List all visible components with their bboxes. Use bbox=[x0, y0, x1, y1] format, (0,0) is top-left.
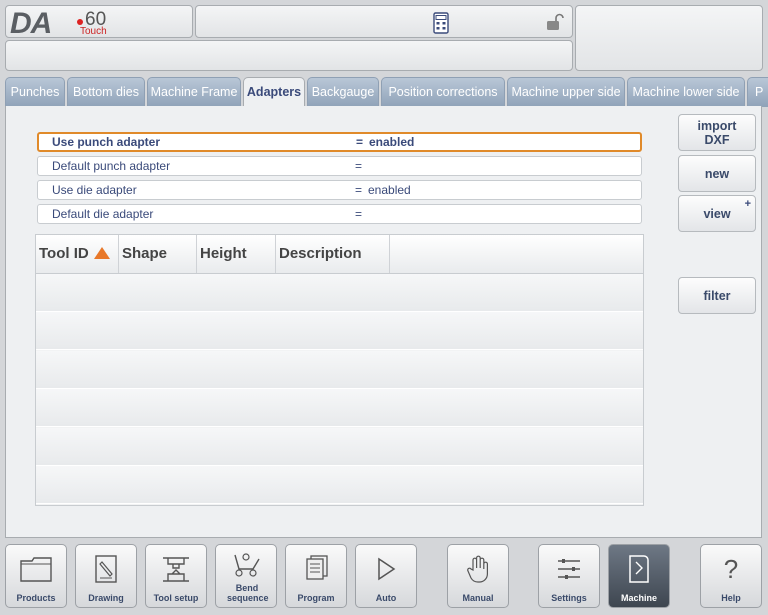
column-header-height[interactable]: Height bbox=[197, 235, 276, 273]
folder-icon bbox=[6, 553, 66, 585]
column-header-description[interactable]: Description bbox=[276, 235, 390, 273]
param-label: Default die adapter bbox=[52, 207, 154, 221]
nav-help[interactable]: ? Help bbox=[700, 544, 762, 608]
column-header-shape[interactable]: Shape bbox=[119, 235, 197, 273]
param-equals: = bbox=[356, 135, 364, 149]
nav-label: Auto bbox=[375, 593, 397, 603]
param-use-die-adapter[interactable]: Use die adapter = enabled bbox=[37, 180, 642, 200]
import-dxf-label: import DXF bbox=[697, 118, 737, 147]
tab-bar: Punches Bottom dies Machine Frame Adapte… bbox=[5, 77, 768, 107]
nav-label: Tool setup bbox=[153, 593, 199, 603]
param-default-punch-adapter[interactable]: Default punch adapter = bbox=[37, 156, 642, 176]
header-right-panel bbox=[575, 5, 763, 71]
view-label: view bbox=[703, 206, 731, 221]
param-use-punch-adapter[interactable]: Use punch adapter = enabled bbox=[37, 132, 642, 152]
nav-label: Program bbox=[297, 593, 335, 603]
import-dxf-button[interactable]: import DXF bbox=[678, 114, 756, 151]
new-button[interactable]: new bbox=[678, 155, 756, 192]
header-center-panel bbox=[195, 5, 573, 38]
nav-label: Manual bbox=[462, 593, 494, 603]
param-value: enabled bbox=[369, 135, 415, 149]
tab-punches[interactable]: Punches bbox=[5, 77, 65, 107]
nav-settings[interactable]: Settings bbox=[538, 544, 600, 608]
da-logo: DA 60 Touch bbox=[6, 6, 192, 40]
nav-tool-setup[interactable]: Tool setup bbox=[145, 544, 207, 608]
table-row[interactable] bbox=[36, 351, 643, 389]
tab-backgauge[interactable]: Backgauge bbox=[307, 77, 379, 107]
nav-label: Drawing bbox=[88, 593, 124, 603]
nav-machine[interactable]: Machine bbox=[608, 544, 670, 608]
machine-icon bbox=[609, 553, 669, 585]
table-row[interactable] bbox=[36, 312, 643, 350]
play-icon bbox=[356, 553, 416, 585]
column-header-tool-id[interactable]: Tool ID bbox=[36, 235, 119, 273]
nav-products[interactable]: Products bbox=[5, 544, 67, 608]
param-default-die-adapter[interactable]: Default die adapter = bbox=[37, 204, 642, 224]
nav-drawing[interactable]: Drawing bbox=[75, 544, 137, 608]
column-label: Tool ID bbox=[39, 245, 89, 262]
nav-label: Settings bbox=[551, 593, 587, 603]
param-label: Use die adapter bbox=[52, 183, 137, 197]
table-row[interactable] bbox=[36, 274, 643, 312]
table-row[interactable] bbox=[36, 428, 643, 466]
nav-auto[interactable]: Auto bbox=[355, 544, 417, 608]
tab-bottom-dies[interactable]: Bottom dies bbox=[67, 77, 145, 107]
tab-overflow[interactable]: P bbox=[747, 77, 768, 107]
calculator-icon[interactable] bbox=[433, 12, 449, 39]
nav-manual[interactable]: Manual bbox=[447, 544, 509, 608]
bend-sequence-icon bbox=[216, 549, 276, 581]
param-value: enabled bbox=[368, 183, 411, 197]
tab-machine-lower-side[interactable]: Machine lower side bbox=[627, 77, 745, 107]
sort-ascending-icon bbox=[93, 247, 110, 259]
nav-label: Machine bbox=[620, 593, 657, 603]
program-icon bbox=[286, 553, 346, 585]
logo-da-text: DA bbox=[10, 7, 52, 40]
view-plus-icon: + bbox=[744, 198, 751, 210]
table-header: Tool ID Shape Height Description bbox=[36, 235, 643, 274]
nav-bend-sequence[interactable]: Bend sequence bbox=[215, 544, 277, 608]
column-header-extra bbox=[390, 235, 643, 273]
filter-label: filter bbox=[703, 288, 731, 303]
table-row[interactable] bbox=[36, 466, 643, 504]
tool-setup-icon bbox=[146, 553, 206, 585]
help-icon: ? bbox=[723, 553, 739, 584]
message-bar bbox=[5, 40, 573, 71]
nav-label: Products bbox=[16, 593, 56, 603]
nav-label: Bend sequence bbox=[227, 583, 269, 603]
logo-touch-text: Touch bbox=[80, 26, 107, 37]
logo-dot bbox=[77, 19, 83, 25]
table-row[interactable] bbox=[36, 389, 643, 427]
tab-machine-upper-side[interactable]: Machine upper side bbox=[507, 77, 625, 107]
param-equals: = bbox=[355, 159, 363, 173]
drawing-icon bbox=[76, 553, 136, 585]
new-label: new bbox=[704, 166, 730, 181]
filter-button[interactable]: filter bbox=[678, 277, 756, 314]
param-label: Use punch adapter bbox=[52, 135, 161, 149]
param-label: Default punch adapter bbox=[52, 159, 171, 173]
nav-label: Help bbox=[721, 593, 741, 603]
param-equals: = bbox=[355, 207, 363, 221]
tab-adapters[interactable]: Adapters bbox=[243, 77, 305, 107]
tab-machine-frame[interactable]: Machine Frame bbox=[147, 77, 241, 107]
view-button[interactable]: view + bbox=[678, 195, 756, 232]
tab-position-corrections[interactable]: Position corrections bbox=[381, 77, 505, 107]
hand-icon bbox=[448, 553, 508, 585]
logo-panel: DA 60 Touch bbox=[5, 5, 193, 40]
adapter-table: Tool ID Shape Height Description bbox=[35, 234, 644, 506]
param-equals: = bbox=[355, 183, 363, 197]
settings-icon bbox=[539, 553, 599, 585]
unlock-icon[interactable] bbox=[546, 13, 564, 36]
nav-program[interactable]: Program bbox=[285, 544, 347, 608]
